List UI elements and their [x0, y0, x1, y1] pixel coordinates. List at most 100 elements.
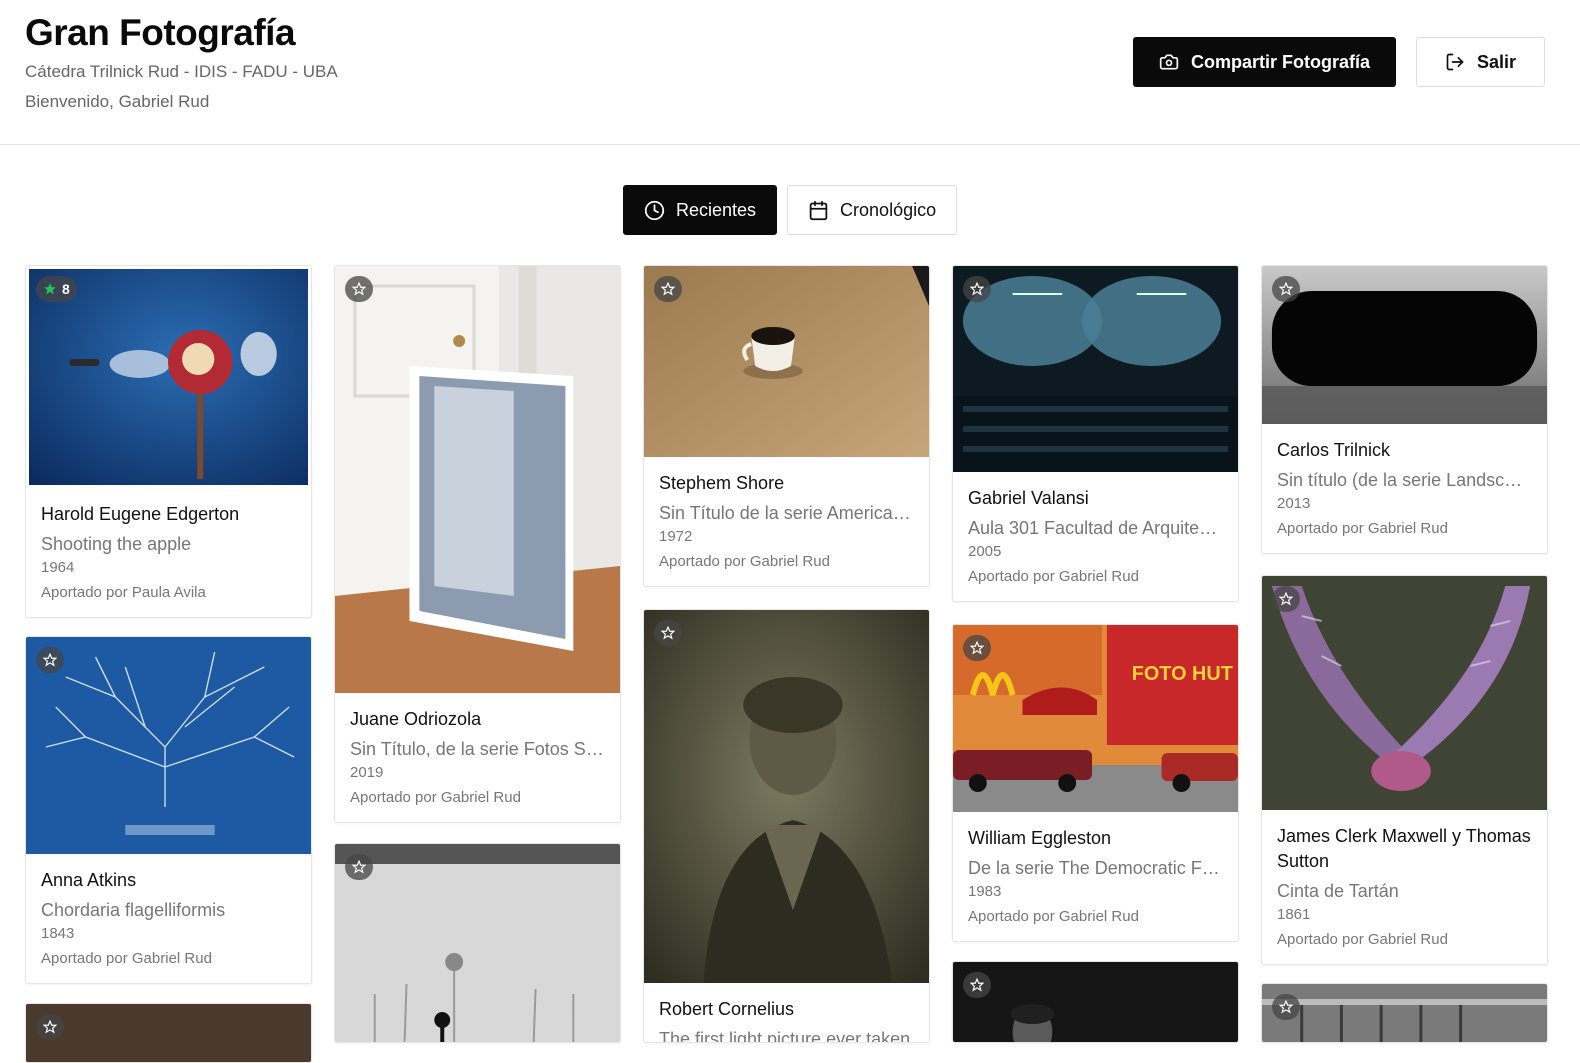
card-author: James Clerk Maxwell y Thomas Sutton — [1277, 826, 1531, 871]
photo-apple-bullet — [29, 269, 308, 485]
photo-image[interactable]: FOTO HUT — [953, 625, 1238, 812]
logout-button[interactable]: Salir — [1416, 37, 1545, 87]
photo-image[interactable] — [953, 266, 1238, 472]
photo-grid: 8 Harold Eugene Edgerton Shooting the ap… — [25, 265, 1548, 1063]
photo-card[interactable] — [1261, 983, 1548, 1043]
photo-image[interactable] — [26, 1004, 311, 1062]
photo-palm-landscape — [335, 844, 620, 1042]
photo-card[interactable]: Juane Odriozola Sin Título, de la serie … — [334, 265, 621, 823]
photo-image[interactable] — [644, 610, 929, 983]
star-rating-badge[interactable] — [345, 854, 373, 880]
tab-cronologico[interactable]: Cronológico — [787, 185, 958, 235]
logout-icon — [1446, 53, 1464, 71]
card-contributor: Aportado por Gabriel Rud — [350, 789, 521, 806]
star-rating-badge[interactable] — [963, 972, 991, 998]
photo-empty-auditorium — [953, 266, 1238, 472]
photo-portrait-bw — [953, 962, 1238, 1042]
star-rating-badge[interactable] — [36, 647, 64, 673]
photo-architecture-bw — [1262, 984, 1547, 1042]
star-outline-icon — [970, 282, 984, 296]
photo-card[interactable]: Stephem Shore Sin Título de la serie Ame… — [643, 265, 930, 587]
card-author: Gabriel Valansi — [968, 488, 1089, 508]
camera-icon — [1159, 54, 1179, 70]
star-rating-badge[interactable] — [345, 276, 373, 302]
star-outline-icon — [970, 978, 984, 992]
photo-card[interactable]: FOTO HUT William Eggleston De la serie T… — [952, 624, 1239, 942]
star-filled-icon — [44, 283, 56, 295]
logout-label: Salir — [1476, 51, 1517, 72]
photo-card[interactable]: Carlos Trilnick Sin título (de la serie … — [1261, 265, 1548, 554]
photo-card[interactable]: Robert Cornelius The first light picture… — [643, 609, 930, 1043]
tab-recientes[interactable]: Recientes — [623, 185, 778, 235]
photo-street-mcdonalds: FOTO HUT — [953, 625, 1238, 812]
star-rating-badge[interactable] — [963, 276, 991, 302]
share-photo-label: Compartir Fotografía — [1190, 51, 1370, 72]
star-outline-icon — [1279, 592, 1293, 606]
photo-image[interactable] — [953, 962, 1238, 1042]
card-year: 2019 — [350, 764, 384, 781]
star-rating-badge[interactable] — [36, 1014, 64, 1040]
card-year: 1843 — [41, 925, 75, 942]
photo-image[interactable] — [335, 844, 620, 1042]
star-outline-icon — [661, 282, 675, 296]
card-author: William Eggleston — [968, 828, 1112, 848]
photo-tartan-ribbon — [1262, 576, 1547, 810]
star-rating-badge[interactable] — [1272, 276, 1300, 302]
card-work-title: De la serie The Democratic Fo… — [968, 858, 1223, 878]
card-work-title: The first light picture ever taken — [659, 1029, 911, 1043]
photo-coffee-cup — [644, 266, 929, 457]
photo-card[interactable] — [952, 961, 1239, 1043]
photo-card[interactable]: Gabriel Valansi Aula 301 Facultad de Arq… — [952, 265, 1239, 602]
card-author: Robert Cornelius — [659, 999, 795, 1019]
calendar-icon — [809, 200, 828, 220]
star-count: 8 — [62, 281, 70, 297]
photo-landscape-blur — [1262, 266, 1547, 424]
photo-cyanotype — [26, 637, 311, 854]
photo-image[interactable] — [1262, 576, 1547, 810]
star-outline-icon — [352, 282, 366, 296]
photo-image[interactable] — [1262, 266, 1547, 424]
star-rating-badge[interactable] — [1272, 586, 1300, 612]
card-contributor: Aportado por Paula Avila — [41, 584, 206, 601]
share-photo-button[interactable]: Compartir Fotografía — [1133, 37, 1396, 87]
star-outline-icon — [352, 860, 366, 874]
star-rating-badge[interactable] — [1272, 994, 1300, 1020]
photo-image[interactable] — [26, 637, 311, 854]
photo-image[interactable]: 8 — [26, 266, 311, 488]
photo-card[interactable]: Anna Atkins Chordaria flagelliformis 184… — [25, 636, 312, 984]
card-contributor: Aportado por Gabriel Rud — [659, 553, 830, 570]
photo-card[interactable]: James Clerk Maxwell y Thomas Sutton Cint… — [1261, 575, 1548, 965]
star-rating-badge[interactable] — [654, 620, 682, 646]
card-contributor: Aportado por Gabriel Rud — [968, 908, 1139, 925]
card-year: 2013 — [1277, 495, 1311, 512]
card-year: 1983 — [968, 883, 1002, 900]
photo-card[interactable]: 8 Harold Eugene Edgerton Shooting the ap… — [25, 265, 312, 618]
star-rating-badge[interactable] — [963, 635, 991, 661]
photo-image[interactable] — [1262, 984, 1547, 1042]
star-rating-badge[interactable] — [654, 276, 682, 302]
photo-card[interactable] — [334, 843, 621, 1043]
photo-image[interactable] — [644, 266, 929, 457]
app-header: Gran Fotografía Cátedra Trilnick Rud - I… — [0, 0, 1580, 145]
star-outline-icon — [43, 653, 57, 667]
photo-mirror-door — [335, 266, 620, 693]
card-contributor: Aportado por Gabriel Rud — [1277, 520, 1448, 537]
card-contributor: Aportado por Gabriel Rud — [1277, 931, 1448, 948]
card-author: Harold Eugene Edgerton — [41, 504, 240, 524]
card-year: 2005 — [968, 543, 1002, 560]
card-year: 1861 — [1277, 906, 1311, 923]
card-work-title: Sin Título de la serie American… — [659, 503, 914, 523]
card-author: Anna Atkins — [41, 870, 137, 890]
card-author: Carlos Trilnick — [1277, 440, 1391, 460]
photo-image[interactable] — [335, 266, 620, 693]
star-rating-badge[interactable]: 8 — [36, 276, 77, 302]
clock-icon — [644, 200, 665, 220]
star-outline-icon — [43, 1020, 57, 1034]
card-work-title: Cinta de Tartán — [1277, 881, 1399, 901]
star-outline-icon — [1279, 282, 1293, 296]
card-year: 1972 — [659, 528, 693, 545]
photo-card[interactable] — [25, 1003, 312, 1063]
card-work-title: Sin Título, de la serie Fotos Sit… — [350, 739, 605, 759]
star-outline-icon — [661, 626, 675, 640]
card-work-title: Aula 301 Facultad de Arquitect… — [968, 518, 1223, 538]
